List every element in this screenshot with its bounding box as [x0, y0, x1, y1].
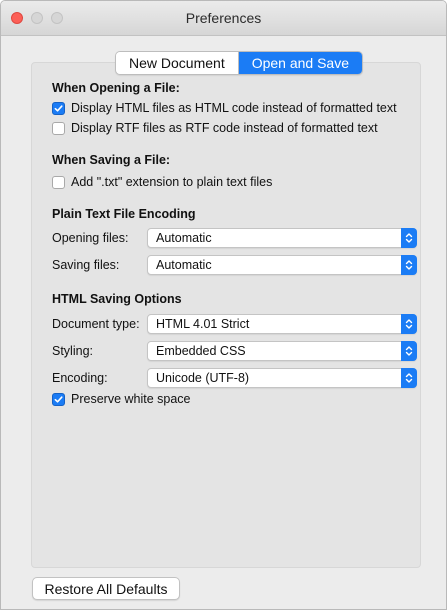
opening-rtf-label: Display RTF files as RTF code instead of… — [71, 121, 378, 135]
document-type-label: Document type: — [52, 317, 140, 331]
styling-select[interactable]: Embedded CSS — [147, 341, 417, 361]
saving-txt-option[interactable]: Add ".txt" extension to plain text files — [52, 175, 272, 189]
styling-value: Embedded CSS — [156, 344, 246, 358]
tab-bar: New Document Open and Save — [115, 51, 363, 75]
opening-files-value: Automatic — [156, 231, 212, 245]
tab-open-and-save[interactable]: Open and Save — [237, 52, 362, 74]
title-bar: Preferences — [1, 1, 446, 36]
tab-new-document[interactable]: New Document — [116, 52, 238, 74]
html-encoding-value: Unicode (UTF-8) — [156, 371, 250, 385]
checkmark-icon — [54, 395, 63, 403]
preferences-window: Preferences New Document Open and Save W… — [0, 0, 447, 610]
html-encoding-label: Encoding: — [52, 371, 108, 385]
saving-heading: When Saving a File: — [52, 153, 171, 167]
html-saving-heading: HTML Saving Options — [52, 292, 182, 306]
opening-files-label: Opening files: — [52, 231, 129, 245]
encoding-heading: Plain Text File Encoding — [52, 207, 196, 221]
opening-html-label: Display HTML files as HTML code instead … — [71, 101, 397, 115]
window-title: Preferences — [185, 10, 262, 26]
preserve-whitespace-checkbox[interactable] — [52, 392, 65, 406]
html-encoding-select[interactable]: Unicode (UTF-8) — [147, 368, 417, 388]
saving-files-select[interactable]: Automatic — [147, 255, 417, 275]
restore-defaults-button[interactable]: Restore All Defaults — [32, 577, 180, 600]
preserve-whitespace-option[interactable]: Preserve white space — [52, 392, 191, 406]
document-type-value: HTML 4.01 Strict — [156, 317, 250, 331]
opening-html-checkbox[interactable] — [52, 101, 65, 115]
updown-chevron-icon — [401, 314, 417, 334]
opening-rtf-checkbox[interactable] — [52, 121, 65, 135]
updown-chevron-icon — [401, 228, 417, 248]
updown-chevron-icon — [401, 341, 417, 361]
checkmark-icon — [54, 104, 63, 112]
opening-rtf-option[interactable]: Display RTF files as RTF code instead of… — [52, 121, 378, 135]
opening-files-select[interactable]: Automatic — [147, 228, 417, 248]
updown-chevron-icon — [401, 368, 417, 388]
document-type-select[interactable]: HTML 4.01 Strict — [147, 314, 417, 334]
styling-label: Styling: — [52, 344, 93, 358]
saving-txt-label: Add ".txt" extension to plain text files — [71, 175, 273, 189]
saving-files-label: Saving files: — [52, 258, 120, 272]
preserve-whitespace-label: Preserve white space — [71, 392, 191, 406]
saving-files-value: Automatic — [156, 258, 212, 272]
updown-chevron-icon — [401, 255, 417, 275]
opening-html-option[interactable]: Display HTML files as HTML code instead … — [52, 101, 397, 115]
opening-heading: When Opening a File: — [52, 81, 180, 95]
saving-txt-checkbox[interactable] — [52, 175, 65, 189]
